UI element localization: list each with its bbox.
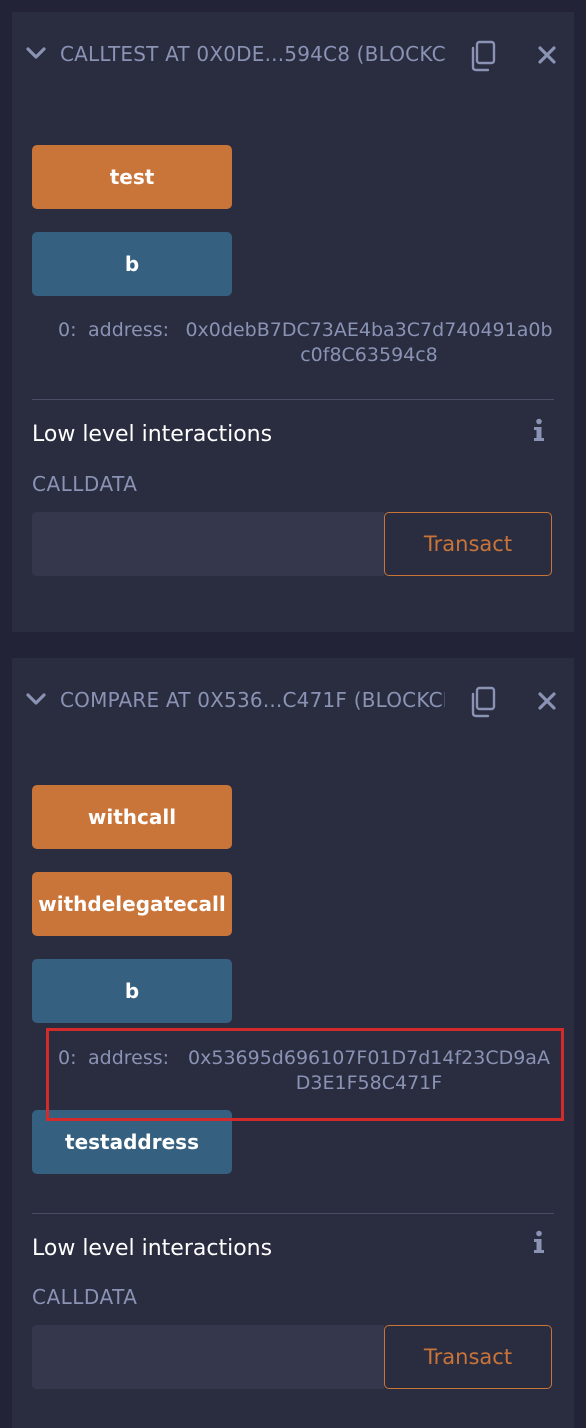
divider	[32, 399, 554, 400]
chevron-down-icon[interactable]	[26, 692, 46, 706]
highlight-box	[46, 1028, 564, 1121]
calldata-input[interactable]	[32, 512, 384, 576]
info-icon[interactable]	[532, 418, 546, 442]
function-output: 0: address: 0x0debB7DC73AE4ba3C7d740491a…	[58, 318, 558, 370]
contract-panel-calltest: CALLTEST AT 0X0DE...594C8 (BLOCKCHAIN) t…	[12, 12, 574, 632]
function-button-b[interactable]: b	[32, 232, 232, 296]
transact-button[interactable]: Transact	[384, 512, 552, 576]
low-level-title: Low level interactions	[32, 1236, 273, 1261]
function-button-b[interactable]: b	[32, 959, 232, 1023]
output-type-label: address:	[88, 319, 170, 341]
function-button-withcall[interactable]: withcall	[32, 785, 232, 849]
transact-button[interactable]: Transact	[384, 1325, 552, 1389]
low-level-title: Low level interactions	[32, 422, 273, 447]
calldata-label: CALLDATA	[32, 472, 138, 496]
contract-header[interactable]: COMPARE AT 0X536...C471F (BLOCKCHAIN)	[12, 658, 574, 744]
function-button-test[interactable]: test	[32, 145, 232, 209]
contract-header[interactable]: CALLTEST AT 0X0DE...594C8 (BLOCKCHAIN)	[12, 12, 574, 98]
output-value: 0x0debB7DC73AE4ba3C7d740491a0bc0f8C63594…	[185, 319, 553, 366]
chevron-down-icon[interactable]	[26, 46, 46, 60]
close-icon[interactable]	[538, 692, 556, 710]
function-button-withdelegatecall[interactable]: withdelegatecall	[32, 872, 232, 936]
divider	[32, 1213, 554, 1214]
output-index: 0:	[58, 319, 77, 341]
calldata-label: CALLDATA	[32, 1285, 138, 1309]
copy-icon[interactable]	[468, 686, 498, 718]
info-icon[interactable]	[532, 1230, 546, 1254]
close-icon[interactable]	[538, 46, 556, 64]
calldata-input[interactable]	[32, 1325, 384, 1389]
contract-title: CALLTEST AT 0X0DE...594C8 (BLOCKCHAIN)	[60, 42, 445, 66]
contract-title: COMPARE AT 0X536...C471F (BLOCKCHAIN)	[60, 688, 445, 712]
copy-icon[interactable]	[468, 40, 498, 72]
